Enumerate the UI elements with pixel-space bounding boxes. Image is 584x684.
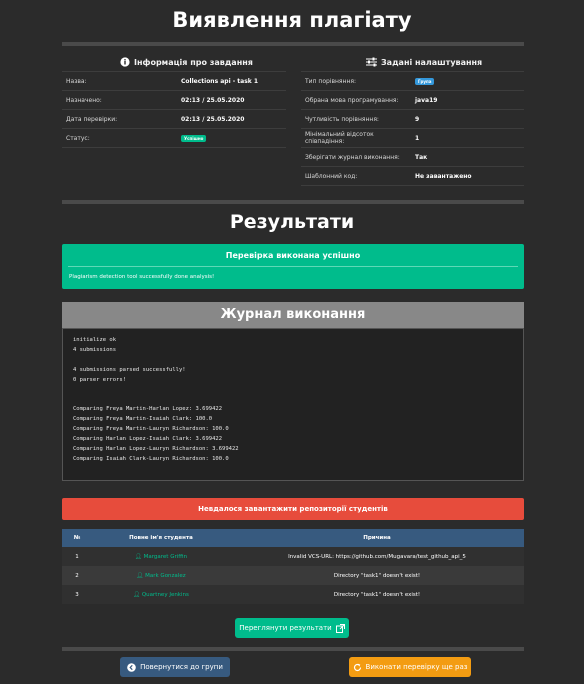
page-title: Виявлення плагіату [172, 8, 412, 32]
success-alert: Перевірка виконана успішно Plagiarism de… [62, 244, 524, 289]
settings-row: Зберігати журнал виконання: Так [301, 147, 524, 167]
row-number: 1 [62, 547, 92, 566]
back-to-group-label: Повернутися до групи [140, 663, 223, 671]
row-number: 3 [62, 585, 92, 604]
divider [62, 200, 524, 204]
failed-students-table: № Повне ім'я студента Причина 1 👤︎ Marga… [62, 529, 524, 604]
student-cell: 👤︎ Mark Gonzalez [92, 566, 230, 585]
task-info-value: 02:13 / 25.05.2020 [177, 109, 286, 129]
external-link-icon [335, 623, 345, 633]
reason-cell: Directory "task1" doesn't exist! [230, 585, 524, 604]
row-number: 2 [62, 566, 92, 585]
redo-icon [353, 663, 361, 671]
task-info-title: Інформація про завдання [120, 57, 253, 67]
log-text: initialize ok 4 submissions 4 submission… [73, 337, 239, 462]
column-header: № [62, 529, 92, 547]
settings-label: Мінімальний відсоток співпадіння: [301, 128, 411, 148]
view-results-label: Переглянути результати [239, 624, 332, 632]
log-panel[interactable]: initialize ok 4 submissions 4 submission… [62, 328, 524, 481]
settings-row: Чутливість порівняння: 9 [301, 109, 524, 129]
settings-value: 9 [411, 109, 524, 129]
settings-value: Не завантажено [411, 166, 524, 186]
settings-row: Мінімальний відсоток співпадіння: 1 [301, 128, 524, 148]
student-name-link[interactable]: Margaret Griffin [144, 554, 187, 560]
settings-value: java19 [411, 90, 524, 110]
log-title: Журнал виконання [62, 302, 524, 328]
divider [62, 647, 524, 651]
table-row: 2 👤︎ Mark Gonzalez Directory "task1" doe… [62, 566, 524, 585]
column-header: Причина [230, 529, 524, 547]
settings-label: Чутливість порівняння: [301, 109, 411, 129]
table-header-row: № Повне ім'я студента Причина [62, 529, 524, 547]
success-message: Plagiarism detection tool successfully d… [69, 274, 215, 280]
user-icon: 👤︎ [134, 553, 142, 560]
settings-label: Зберігати журнал виконання: [301, 147, 411, 167]
task-info-row: Назначено: 02:13 / 25.05.2020 [62, 90, 286, 110]
task-info-label: Назначено: [62, 90, 177, 110]
reason-cell: Directory "task1" doesn't exist! [230, 566, 524, 585]
task-info-label: Статус: [62, 128, 177, 148]
table-row: 1 👤︎ Margaret Griffin Invalid VCS-URL: h… [62, 547, 524, 566]
task-info-value: Collections api - task 1 [177, 71, 286, 91]
chevron-left-circle-icon [127, 662, 136, 672]
settings-label: Тип порівняння: [301, 71, 411, 91]
settings-value: 1 [411, 128, 524, 148]
back-to-group-button[interactable]: Повернутися до групи [120, 657, 230, 677]
student-cell: 👤︎ Margaret Griffin [92, 547, 230, 566]
table-row: 3 👤︎ Quartney Jenkins Directory "task1" … [62, 585, 524, 604]
student-name-link[interactable]: Quartney Jenkins [142, 592, 189, 598]
settings-label: Шаблонний код: [301, 166, 411, 186]
task-info-row: Дата перевірки: 02:13 / 25.05.2020 [62, 109, 286, 129]
success-separator [68, 266, 518, 267]
task-info-table: Назва: Collections api - task 1 Назначено… [62, 71, 286, 148]
student-name-link[interactable]: Mark Gonzalez [145, 573, 185, 579]
sliders-icon [366, 57, 377, 67]
task-info-title-text: Інформація про завдання [134, 57, 253, 67]
task-info-row: Назва: Collections api - task 1 [62, 71, 286, 91]
settings-value: Так [411, 147, 524, 167]
compare-type-badge: Група [415, 77, 435, 85]
task-info-value: 02:13 / 25.05.2020 [177, 90, 286, 110]
settings-title-text: Задані налаштування [381, 57, 483, 67]
settings-title: Задані налаштування [366, 57, 482, 67]
results-title: Результати [229, 211, 355, 233]
error-alert: Невдалося завантажити репозиторії студен… [62, 498, 524, 520]
settings-row: Обрана мова програмування: java19 [301, 90, 524, 110]
user-icon: 👤︎ [133, 591, 141, 598]
task-info-label: Назва: [62, 71, 177, 91]
settings-row: Шаблонний код: Не завантажено [301, 166, 524, 186]
success-title: Перевірка виконана успішно [225, 251, 361, 260]
student-cell: 👤︎ Quartney Jenkins [92, 585, 230, 604]
user-icon: 👤︎ [136, 572, 144, 579]
column-header: Повне ім'я студента [92, 529, 230, 547]
task-info-row: Статус: Успішно [62, 128, 286, 148]
info-icon [120, 57, 130, 67]
rerun-check-label: Виконати перевірку ще раз [365, 663, 468, 671]
rerun-check-button[interactable]: Виконати перевірку ще раз [349, 657, 471, 677]
settings-label: Обрана мова програмування: [301, 90, 411, 110]
settings-table: Тип порівняння: Група Обрана мова програм… [301, 71, 524, 186]
settings-row: Тип порівняння: Група [301, 71, 524, 91]
task-info-label: Дата перевірки: [62, 109, 177, 129]
status-badge: Успішно [181, 134, 207, 142]
divider [62, 42, 524, 46]
view-results-button[interactable]: Переглянути результати [235, 618, 349, 638]
reason-cell: Invalid VCS-URL: https://github.com/Muga… [230, 547, 524, 566]
